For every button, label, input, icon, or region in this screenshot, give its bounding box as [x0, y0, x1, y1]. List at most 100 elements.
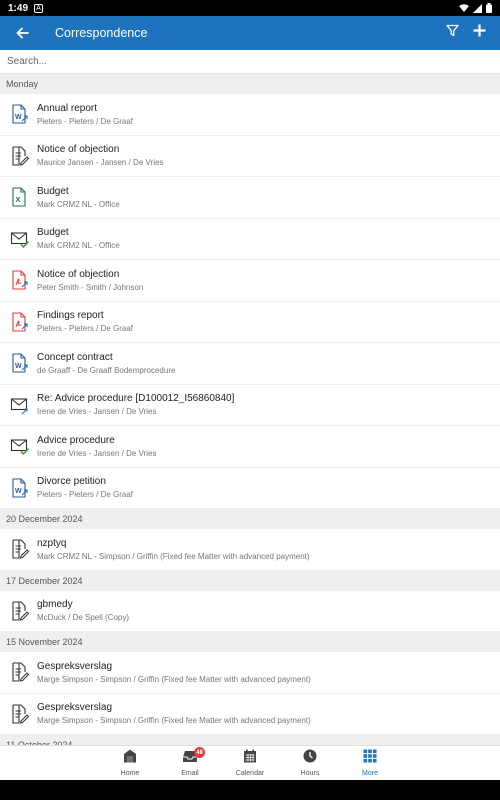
item-subtitle: McDuck / De Spell (Copy) [37, 613, 130, 623]
nav-home[interactable]: Home [100, 746, 160, 780]
item-subtitle: Mark CRM2 NL - Office [37, 199, 120, 209]
item-title: Notice of objection [37, 268, 120, 280]
section-header: 20 December 2024 [0, 509, 500, 529]
section-header: 17 December 2024 [0, 570, 500, 591]
list-item[interactable]: X Budget Mark CRM2 NL - Office [0, 177, 500, 219]
item-subtitle: Pieters - Pieters / De Graaf [37, 116, 134, 126]
item-title: Advice procedure [37, 434, 115, 446]
item-text: Gespreksverslag Marge Simpson - Simpson /… [37, 660, 311, 685]
note-edit-icon [10, 146, 30, 166]
list-item[interactable]: Gespreksverslag Marge Simpson - Simpson /… [0, 694, 500, 735]
item-text: nzptyq Mark CRM2 NL - Simpson / Griffin (… [37, 537, 310, 562]
item-text: Divorce petition Pieters - Pieters / De G… [37, 475, 133, 500]
section-header: 11 October 2024 [0, 735, 500, 745]
system-gesture-bar [0, 780, 500, 800]
calendar-icon [243, 749, 257, 768]
filter-icon [446, 24, 459, 37]
item-text: Budget Mark CRM2 NL - Office [37, 185, 120, 210]
arrow-left-icon [16, 27, 29, 39]
item-title: Budget [37, 185, 69, 197]
email-received-icon [10, 229, 30, 249]
list-item[interactable]: Advice procedure Irene de Vries - Jansen … [0, 426, 500, 468]
list-item[interactable]: Findings report Pieters - Pieters / De Gr… [0, 302, 500, 343]
page-title: Correspondence [55, 26, 148, 40]
status-time: 1:49 [8, 2, 29, 14]
item-text: Budget Mark CRM2 NL - Office [37, 226, 120, 251]
list-item[interactable]: W Annual report Pieters - Pieters / De Gra… [0, 94, 500, 136]
item-text: Notice of objection Peter Smith - Smith /… [37, 268, 143, 293]
item-subtitle: Irene de Vries - Jansen / De Vries [37, 448, 157, 458]
item-title: Budget [37, 227, 69, 239]
word-doc-icon: W [10, 104, 30, 124]
add-button[interactable] [473, 24, 486, 42]
filter-button[interactable] [446, 24, 459, 42]
item-subtitle: Mark CRM2 NL - Office [37, 241, 120, 251]
item-subtitle: Maurice Jansen - Jansen / De Vries [37, 158, 164, 168]
correspondence-list: Monday W Annual report Pieters - Pieters / … [0, 74, 500, 745]
list-item[interactable]: Re: Advice procedure [D100012_I56860840]… [0, 385, 500, 426]
section-header: Monday [0, 74, 500, 94]
item-text: gbmedy McDuck / De Spell (Copy) [37, 598, 129, 623]
item-text: Findings report Pieters - Pieters / De Gr… [37, 309, 133, 334]
item-text: Notice of objection Maurice Jansen - Jans… [37, 143, 163, 168]
item-subtitle: de Graaff - De Graaff Bodemprocedure [37, 365, 176, 375]
item-subtitle: Mark CRM2 NL - Simpson / Griffin (Fixed … [37, 551, 310, 561]
item-title: nzptyq [37, 537, 67, 549]
svg-text:W: W [15, 363, 22, 370]
home-icon [123, 749, 137, 768]
item-title: Re: Advice procedure [D100012_I56860840] [37, 393, 235, 405]
plus-icon [473, 24, 486, 37]
item-text: Advice procedure Irene de Vries - Jansen … [37, 434, 156, 459]
item-title: Divorce petition [37, 476, 106, 488]
section-header: 15 November 2024 [0, 632, 500, 652]
unread-badge: 48 [194, 747, 205, 758]
item-text: Gespreksverslag Marge Simpson - Simpson /… [37, 701, 311, 726]
search-bar [0, 50, 500, 74]
note-edit-icon [10, 662, 30, 682]
email-sent-icon [10, 395, 30, 415]
nav-calendar[interactable]: Calendar [220, 746, 280, 780]
svg-text:X: X [16, 195, 21, 204]
item-subtitle: Marge Simpson - Simpson / Griffin (Fixed… [37, 716, 311, 726]
nav-label: Email [181, 770, 199, 777]
list-item[interactable]: Notice of objection Maurice Jansen - Jans… [0, 136, 500, 177]
list-item[interactable]: gbmedy McDuck / De Spell (Copy) [0, 591, 500, 632]
app-bar: Correspondence [0, 16, 500, 50]
nav-more[interactable]: More [340, 746, 400, 780]
svg-text:W: W [15, 488, 22, 495]
clock-icon [303, 749, 317, 768]
back-button[interactable] [0, 27, 44, 39]
item-text: Concept contract de Graaff - De Graaff Bo… [37, 351, 175, 376]
signal-icon [473, 3, 482, 13]
note-edit-icon [10, 601, 30, 621]
item-subtitle: Pieters - Pieters / De Graaf [37, 490, 134, 500]
nav-label: Hours [300, 770, 320, 777]
item-subtitle: Irene de Vries - Jansen / De Vries [37, 407, 157, 417]
list-item[interactable]: nzptyq Mark CRM2 NL - Simpson / Griffin (… [0, 529, 500, 571]
svg-text:W: W [15, 114, 22, 121]
word-doc-icon: W [10, 478, 30, 498]
wifi-icon [459, 3, 469, 12]
item-text: Re: Advice procedure [D100012_I56860840]… [37, 392, 234, 417]
notification-icon: A [34, 3, 44, 13]
item-title: Concept contract [37, 351, 113, 363]
item-subtitle: Pieters - Pieters / De Graaf [37, 324, 134, 334]
word-doc-icon: W [10, 353, 30, 373]
list-item[interactable]: Budget Mark CRM2 NL - Office [0, 219, 500, 260]
pdf-doc-icon [10, 270, 30, 290]
list-item[interactable]: Gespreksverslag Marge Simpson - Simpson /… [0, 652, 500, 694]
nav-hours[interactable]: Hours [280, 746, 340, 780]
battery-icon [486, 3, 492, 13]
item-text: Annual report Pieters - Pieters / De Graa… [37, 102, 133, 127]
item-title: Gespreksverslag [37, 702, 113, 714]
item-subtitle: Marge Simpson - Simpson / Griffin (Fixed… [37, 674, 311, 684]
list-item[interactable]: W Concept contract de Graaff - De Graaff B… [0, 343, 500, 385]
pdf-doc-icon [10, 312, 30, 332]
nav-email[interactable]: 48 Email [160, 746, 220, 780]
search-input[interactable] [7, 56, 500, 67]
nav-label: Calendar [235, 770, 265, 777]
list-item[interactable]: Notice of objection Peter Smith - Smith /… [0, 260, 500, 302]
bottom-navigation: Home 48 Email Calendar Hours More [0, 745, 500, 780]
item-title: gbmedy [37, 599, 73, 611]
list-item[interactable]: W Divorce petition Pieters - Pieters / De … [0, 468, 500, 509]
